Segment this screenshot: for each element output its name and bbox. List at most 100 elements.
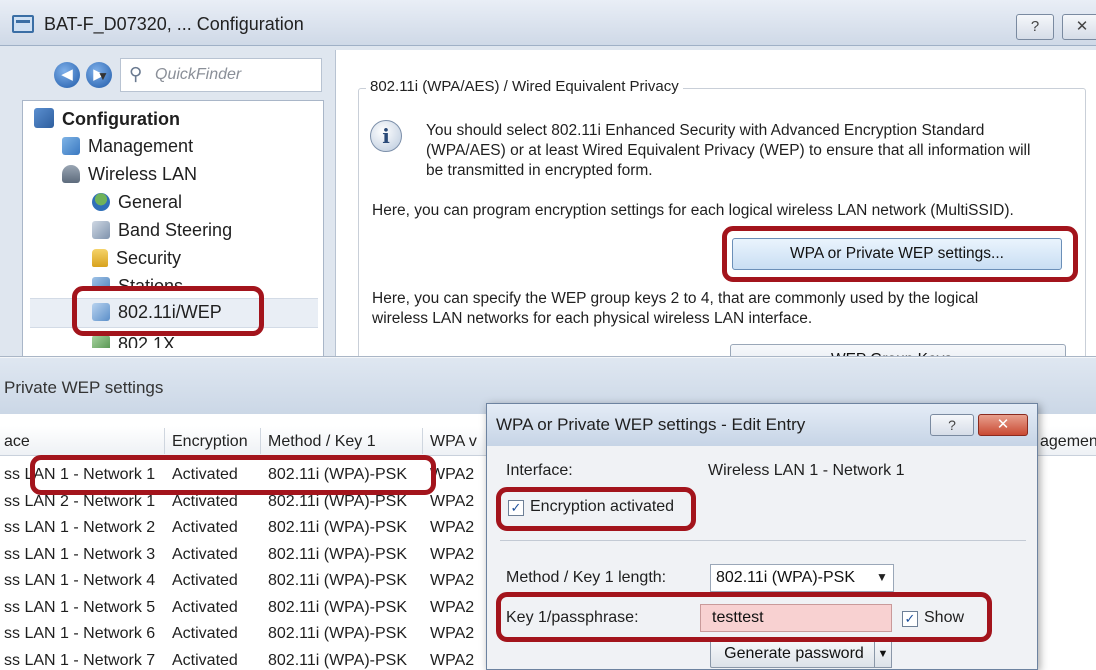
table-cell: ss LAN 1 - Network 2 (4, 519, 156, 536)
stations-icon (92, 277, 110, 286)
generate-password-button[interactable]: Generate password (710, 640, 878, 668)
table-cell: Activated (172, 492, 238, 510)
multissid-description: Here, you can program encryption setting… (372, 202, 1014, 219)
column-separator[interactable] (260, 428, 261, 454)
table-cell: Activated (172, 545, 238, 563)
column-header-wpa-version[interactable]: WPA v (430, 433, 477, 451)
lock-icon (92, 249, 108, 267)
list-window-title: Private WEP settings (4, 378, 164, 397)
tree-item-802-11i-wep[interactable]: 802.11i/WEP (92, 302, 222, 323)
help-button[interactable]: ? (1016, 14, 1054, 40)
info-icon: i (370, 120, 402, 152)
tree-item-stations[interactable]: Stations (92, 276, 183, 286)
info-text-line-1: You should select 802.11i Enhanced Secur… (426, 122, 985, 139)
method-select-value: 802.11i (WPA)-PSK (716, 569, 856, 586)
info-text-line-2: (WPA/AES) or at least Wired Equivalent P… (426, 142, 1031, 159)
wep-icon (92, 303, 110, 321)
table-cell: ss LAN 1 - Network 6 (4, 625, 156, 642)
dialog-help-button[interactable]: ? (930, 414, 974, 436)
interface-label: Interface: (506, 462, 573, 479)
tree-item-management[interactable]: Management (62, 136, 193, 157)
table-cell: Activated (172, 572, 238, 589)
tree-item-label: Configuration (62, 109, 180, 129)
wpa-private-wep-settings-button[interactable]: WPA or Private WEP settings... (732, 238, 1062, 270)
column-separator[interactable] (164, 428, 165, 454)
group-box-title: 802.11i (WPA/AES) / Wired Equivalent Pri… (366, 78, 683, 95)
table-cell: WPA2 (430, 651, 475, 669)
table-cell: 802.11i (WPA)-PSK (268, 625, 408, 642)
tree-item-802-1x[interactable]: 802.1X (92, 334, 175, 348)
table-cell: ss LAN 1 - Network 7 (4, 651, 156, 669)
table-cell: WPA2 (430, 598, 475, 616)
tree-item-general[interactable]: General (92, 192, 182, 213)
tree-item-label: Wireless LAN (88, 164, 198, 184)
table-cell: Activated (172, 651, 238, 669)
tree-item-configuration[interactable]: Configuration (34, 108, 180, 130)
general-icon (92, 193, 110, 211)
table-cell: WPA2 (430, 625, 475, 642)
table-cell: ss LAN 1 - Network 5 (4, 598, 156, 616)
table-cell: ss LAN 1 - Network 1 (4, 466, 156, 483)
tree-item-security[interactable]: Security (92, 248, 181, 269)
chevron-down-icon[interactable]: ▼ (876, 570, 888, 584)
tree-item-band-steering[interactable]: Band Steering (92, 220, 232, 241)
wireless-icon (62, 165, 80, 183)
table-cell: Activated (172, 625, 238, 642)
column-header-interface[interactable]: ace (4, 433, 30, 451)
group-keys-description-line-2: wireless LAN networks for each physical … (372, 310, 813, 327)
table-cell: WPA2 (430, 519, 475, 536)
band-steering-icon (92, 221, 110, 239)
passphrase-value[interactable]: testtest (712, 609, 764, 627)
close-button[interactable]: ✕ (1062, 14, 1096, 40)
method-key-length-label: Method / Key 1 length: (506, 569, 667, 586)
table-cell: WPA2 (430, 545, 475, 563)
info-text-line-3: be transmitted in encrypted form. (426, 162, 653, 179)
dialog-separator (500, 540, 1026, 541)
tree-item-label: General (118, 192, 183, 212)
search-icon: ⚲ (129, 64, 143, 84)
column-header-method-key[interactable]: Method / Key 1 (268, 433, 376, 451)
app-window-icon (12, 15, 34, 33)
window-title: BAT-F_D07320, ... Configuration (44, 14, 304, 34)
table-cell: Activated (172, 466, 238, 483)
tree-item-label: Security (116, 248, 182, 268)
column-header-encryption[interactable]: Encryption (172, 433, 248, 451)
passphrase-label: Key 1/passphrase: (506, 609, 639, 626)
tree-item-label: 802.1X (118, 334, 176, 348)
show-passphrase-checkbox[interactable]: ✓ (902, 611, 918, 627)
column-header-key-management[interactable]: agemen (1040, 433, 1096, 451)
tree-item-label: Stations (118, 276, 184, 286)
table-cell: 802.11i (WPA)-PSK (268, 466, 408, 483)
group-keys-description-line-1: Here, you can specify the WEP group keys… (372, 290, 979, 307)
dialog-title: WPA or Private WEP settings - Edit Entry (496, 415, 806, 434)
show-passphrase-label[interactable]: Show (924, 609, 964, 627)
management-icon (62, 137, 80, 155)
history-dropdown-icon[interactable]: ▼ (97, 69, 109, 83)
table-cell: 802.11i (WPA)-PSK (268, 545, 408, 563)
back-arrow-icon[interactable]: ◀ (54, 62, 80, 88)
table-cell: 802.11i (WPA)-PSK (268, 598, 408, 616)
table-cell: ss LAN 1 - Network 3 (4, 545, 156, 563)
quickfinder-placeholder: QuickFinder (155, 66, 242, 83)
tree-item-label: Management (88, 136, 194, 156)
table-cell: WPA2 (430, 466, 475, 483)
column-separator[interactable] (422, 428, 423, 454)
table-cell: WPA2 (430, 492, 475, 510)
table-cell: 802.11i (WPA)-PSK (268, 519, 408, 536)
table-cell: 802.11i (WPA)-PSK (268, 492, 408, 510)
tree-item-wireless-lan[interactable]: Wireless LAN (62, 164, 197, 185)
table-cell: 802.11i (WPA)-PSK (268, 572, 408, 589)
table-cell: Activated (172, 598, 238, 616)
encryption-activated-checkbox[interactable]: ✓ (508, 500, 524, 516)
configuration-icon (34, 108, 54, 128)
quickfinder-input[interactable]: ⚲ QuickFinder (120, 58, 322, 92)
table-cell: 802.11i (WPA)-PSK (268, 651, 408, 669)
generate-options-chevron-icon[interactable]: ▼ (874, 640, 892, 668)
table-cell: ss LAN 1 - Network 4 (4, 572, 156, 589)
table-cell: Activated (172, 519, 238, 536)
table-cell: WPA2 (430, 572, 475, 589)
encryption-activated-label[interactable]: Encryption activated (530, 498, 674, 516)
dot1x-icon (92, 335, 110, 348)
dialog-close-button[interactable]: ✕ (978, 414, 1028, 436)
table-cell: ss LAN 2 - Network 1 (4, 492, 156, 510)
